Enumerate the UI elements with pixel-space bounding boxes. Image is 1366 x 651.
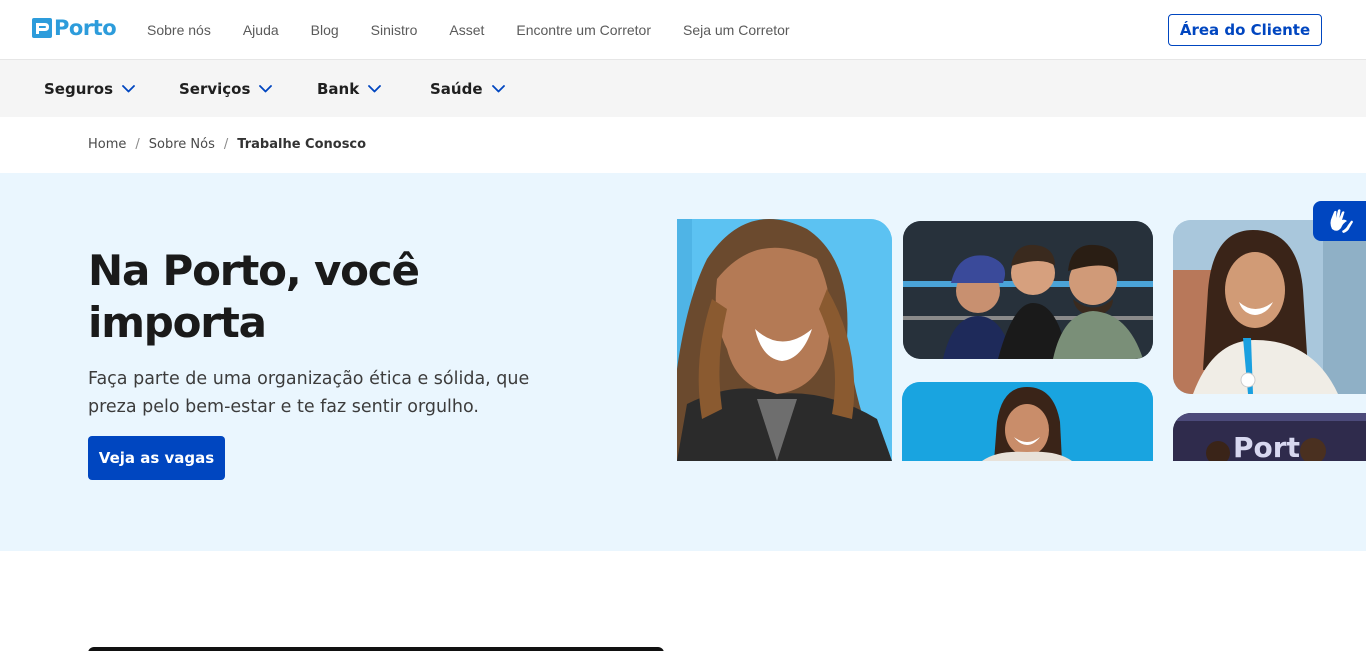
menu-item-servicos[interactable]: Serviços — [179, 80, 273, 98]
menu-label: Serviços — [179, 80, 251, 98]
nav-link-encontre-corretor[interactable]: Encontre um Corretor — [516, 22, 651, 38]
main-menu-bar: Seguros Serviços Bank Saúde — [0, 60, 1366, 117]
photo-group-with-child — [903, 221, 1153, 359]
breadcrumb: Home / Sobre Nós / Trabalhe Conosco — [88, 137, 366, 152]
nav-link-blog[interactable]: Blog — [311, 22, 339, 38]
nav-link-sinistro[interactable]: Sinistro — [371, 22, 418, 38]
video-player-edge — [88, 647, 664, 651]
nav-link-seja-corretor[interactable]: Seja um Corretor — [683, 22, 790, 38]
porto-logo[interactable]: Porto — [32, 16, 117, 40]
hero-section: Na Porto, você importa Faça parte de uma… — [0, 173, 1366, 551]
sign-language-icon — [1330, 209, 1353, 233]
menu-label: Bank — [317, 80, 360, 98]
nav-link-asset[interactable]: Asset — [449, 22, 484, 38]
chevron-down-icon — [491, 85, 505, 93]
hero-subtitle: Faça parte de uma organização ética e só… — [88, 369, 530, 417]
porto-logo-icon — [32, 18, 52, 38]
breadcrumb-separator: / — [135, 137, 140, 152]
breadcrumb-sobre-nos[interactable]: Sobre Nós — [149, 137, 215, 152]
chevron-down-icon — [259, 85, 273, 93]
chevron-down-icon — [368, 85, 382, 93]
logo-text: Porto — [54, 16, 117, 40]
photo-woman-blue-background — [902, 382, 1153, 461]
menu-item-seguros[interactable]: Seguros — [44, 80, 135, 98]
menu-item-bank[interactable]: Bank — [317, 80, 382, 98]
menu-label: Seguros — [44, 80, 114, 98]
photo-office-event: Porto — [1173, 413, 1366, 461]
nav-link-ajuda[interactable]: Ajuda — [243, 22, 279, 38]
chevron-down-icon — [122, 85, 135, 93]
hero-title: Na Porto, você importa — [88, 246, 420, 347]
accessibility-button[interactable] — [1313, 201, 1366, 241]
nav-link-sobre-nos[interactable]: Sobre nós — [147, 22, 211, 38]
client-area-button[interactable]: Área do Cliente — [1168, 14, 1322, 46]
top-header: Porto Sobre nós Ajuda Blog Sinistro Asse… — [0, 0, 1366, 60]
menu-item-saude[interactable]: Saúde — [430, 80, 505, 98]
view-jobs-button[interactable]: Veja as vagas — [88, 436, 225, 480]
top-nav: Sobre nós Ajuda Blog Sinistro Asset Enco… — [147, 22, 822, 38]
breadcrumb-separator: / — [223, 137, 229, 152]
breadcrumb-home[interactable]: Home — [88, 137, 126, 152]
menu-label: Saúde — [430, 80, 483, 98]
breadcrumb-current: Trabalhe Conosco — [237, 137, 367, 152]
photo-woman-curly-hair — [677, 219, 892, 461]
photo-woman-outdoors — [1173, 220, 1366, 394]
